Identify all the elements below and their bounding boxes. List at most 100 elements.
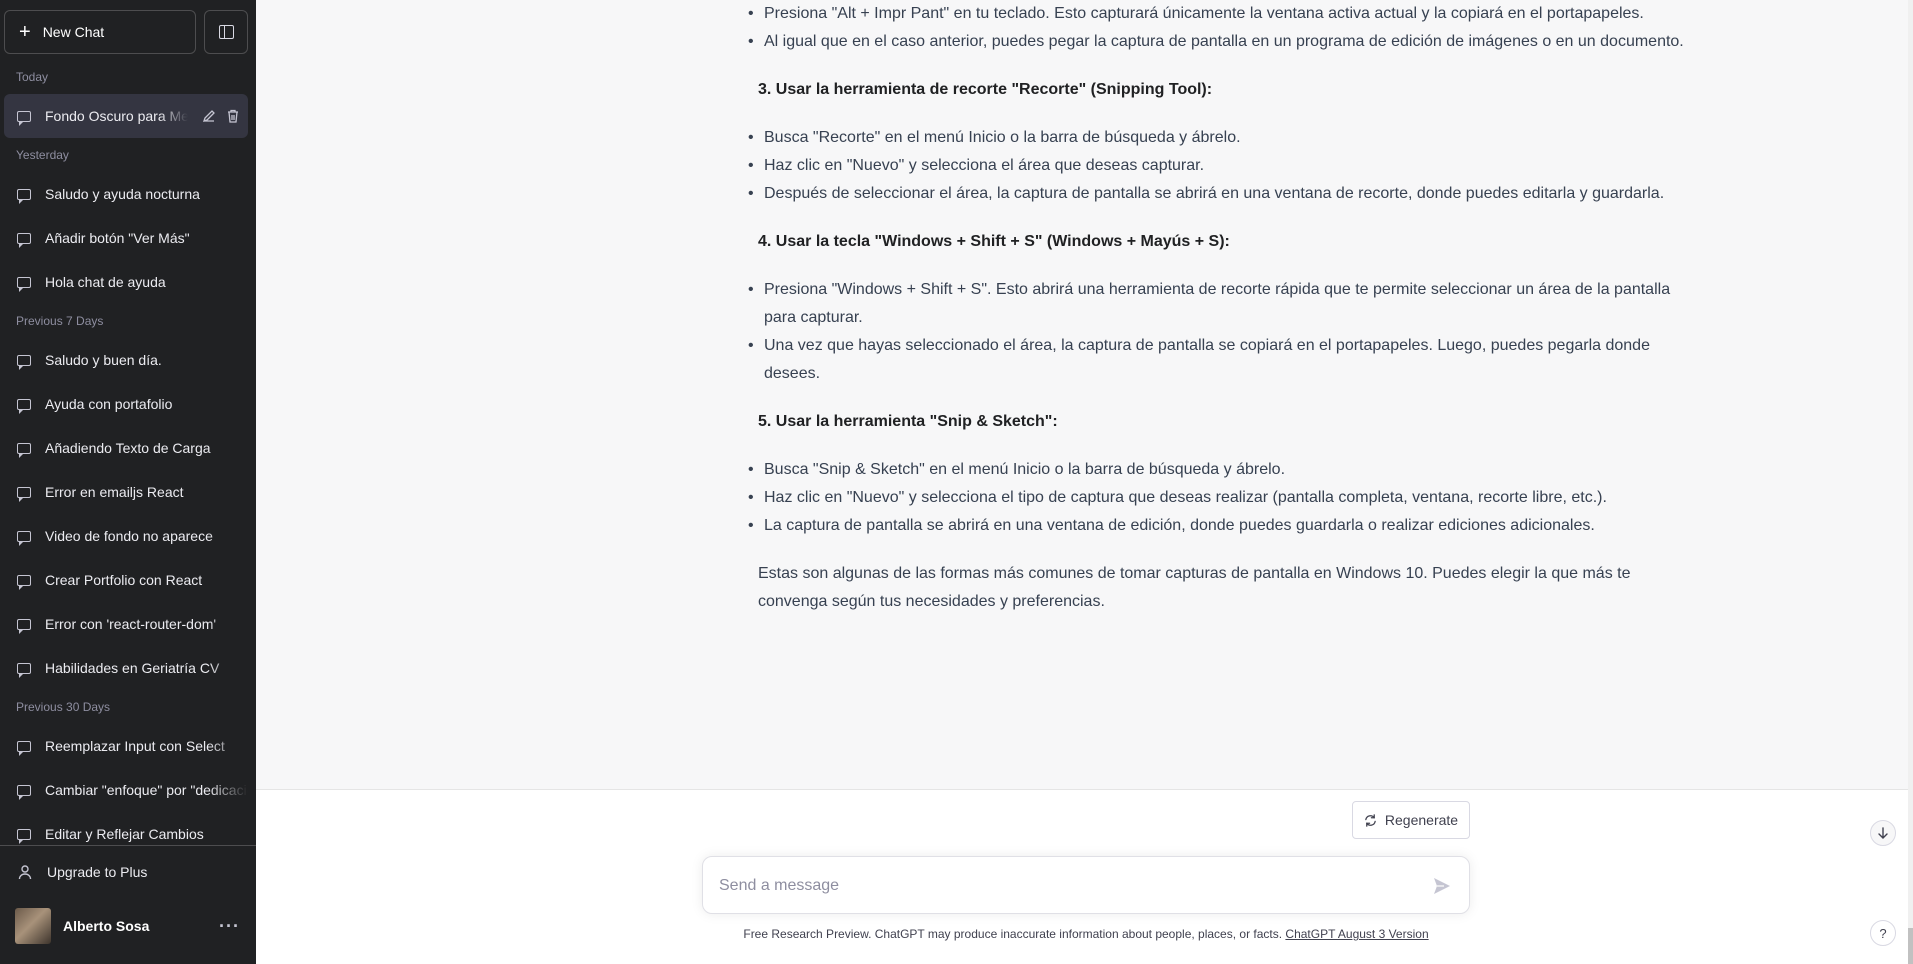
chat-history-item[interactable]: Habilidades en Geriatría CV <box>4 646 248 690</box>
regenerate-button[interactable]: Regenerate <box>1352 801 1470 839</box>
chat-history-item[interactable]: Editar y Reflejar Cambios <box>4 812 248 845</box>
footer-text: Free Research Preview. ChatGPT may produ… <box>743 927 1286 941</box>
bullet-item: Una vez que hayas seleccionado el área, … <box>748 332 1688 388</box>
chat-history-item[interactable]: Saludo y ayuda nocturna <box>4 172 248 216</box>
history-group-label: Previous 7 Days <box>16 314 104 328</box>
bullet-item: Después de seleccionar el área, la captu… <box>748 180 1688 208</box>
section-heading: 3. Usar la herramienta de recorte "Recor… <box>758 81 1213 98</box>
section-heading: 4. Usar la tecla "Windows + Shift + S" (… <box>758 233 1230 250</box>
scrollbar-thumb[interactable] <box>1908 928 1913 964</box>
history-group-label: Yesterday <box>16 148 69 162</box>
bullet-item: Haz clic en "Nuevo" y selecciona el área… <box>748 152 1688 180</box>
sidebar-toggle-icon <box>218 25 234 39</box>
main-area: Presiona "Alt + Impr Pant" en tu teclado… <box>256 0 1913 964</box>
chat-history-item[interactable]: Hola chat de ayuda <box>4 260 248 304</box>
scroll-to-bottom-button[interactable] <box>1870 820 1896 846</box>
chat-bubble-icon <box>17 486 31 502</box>
message-input[interactable] <box>719 871 1399 901</box>
user-icon <box>17 864 33 880</box>
edit-icon[interactable] <box>202 109 216 123</box>
arrow-down-icon <box>1878 827 1888 839</box>
chat-history-item[interactable]: Reemplazar Input con Select <box>4 724 248 768</box>
chat-history-item[interactable]: Añadir botón "Ver Más" <box>4 216 248 260</box>
chat-history-title: Error en emailjs React <box>45 484 184 500</box>
history-group-label: Today <box>16 70 49 84</box>
bullet-list: Presiona "Alt + Impr Pant" en tu teclado… <box>748 0 1688 56</box>
chat-history-item[interactable]: Cambiar "enfoque" por "dedicación" <box>4 768 248 812</box>
chat-bubble-icon <box>17 574 31 590</box>
bullet-item: Busca "Recorte" en el menú Inicio o la b… <box>748 124 1688 152</box>
bullet-item: Presiona "Alt + Impr Pant" en tu teclado… <box>748 0 1688 28</box>
chat-history-item[interactable]: Añadiendo Texto de Carga <box>4 426 248 470</box>
message-composer <box>702 856 1470 914</box>
chat-history-item[interactable]: Fondo Oscuro para Menú <box>4 94 248 138</box>
chat-history-list[interactable]: Today Fondo Oscuro para Menú Yesterday Salu… <box>0 60 256 845</box>
sidebar-bottom: Upgrade to Plus Alberto Sosa ··· <box>0 845 256 964</box>
footer-disclaimer: Free Research Preview. ChatGPT may produ… <box>256 927 1913 941</box>
chat-history-item[interactable]: Error con 'react-router-dom' <box>4 602 248 646</box>
chat-history-item[interactable]: Crear Portfolio con React <box>4 558 248 602</box>
chat-bubble-icon <box>17 828 31 844</box>
chat-bubble-icon <box>17 784 31 800</box>
chat-history-item[interactable]: Saludo y buen día. <box>4 338 248 382</box>
chat-history-title: Ayuda con portafolio <box>45 396 173 412</box>
assistant-message: Presiona "Alt + Impr Pant" en tu teclado… <box>748 0 1688 616</box>
chat-history-title: Reemplazar Input con Select <box>45 738 225 754</box>
history-group-label: Previous 30 Days <box>16 700 111 714</box>
user-menu-button[interactable]: Alberto Sosa ··· <box>4 900 248 952</box>
chat-history-item[interactable]: Ayuda con portafolio <box>4 382 248 426</box>
chat-history-title: Habilidades en Geriatría CV <box>45 660 220 676</box>
plus-icon: + <box>19 21 31 43</box>
chat-bubble-icon <box>17 740 31 756</box>
chat-history-title: Añadiendo Texto de Carga <box>45 440 211 456</box>
chat-history-title: Hola chat de ayuda <box>45 274 166 290</box>
chat-item-actions <box>202 94 240 138</box>
scrollbar[interactable] <box>1908 0 1913 964</box>
chat-bubble-icon <box>17 188 31 204</box>
chat-history-item[interactable]: Video de fondo no aparece <box>4 514 248 558</box>
chat-history-title: Fondo Oscuro para Menú <box>45 108 188 124</box>
chat-bubble-icon <box>17 232 31 248</box>
chat-history-title: Saludo y ayuda nocturna <box>45 186 200 202</box>
chat-history-title: Video de fondo no aparece <box>45 528 213 544</box>
chat-history-title: Cambiar "enfoque" por "dedicación" <box>45 782 248 798</box>
chat-bubble-icon <box>17 276 31 292</box>
chat-history-title: Saludo y buen día. <box>45 352 162 368</box>
send-icon[interactable] <box>1433 877 1451 895</box>
chat-bubble-icon <box>17 354 31 370</box>
chat-bubble-icon <box>17 442 31 458</box>
closing-paragraph: Estas son algunas de las formas más comu… <box>758 565 1631 610</box>
refresh-icon <box>1364 813 1377 827</box>
help-button[interactable]: ? <box>1870 920 1896 946</box>
chat-history-title: Crear Portfolio con React <box>45 572 203 588</box>
chat-history-title: Añadir botón "Ver Más" <box>45 230 190 246</box>
bullet-list: Presiona "Windows + Shift + S". Esto abr… <box>748 276 1688 388</box>
upgrade-to-plus-button[interactable]: Upgrade to Plus <box>4 850 248 894</box>
new-chat-label: New Chat <box>42 24 105 40</box>
sidebar: + New Chat Today Fondo Oscuro para Menú Ye… <box>0 0 256 964</box>
bullet-item: Haz clic en "Nuevo" y selecciona el tipo… <box>748 484 1688 512</box>
user-name: Alberto Sosa <box>63 918 150 934</box>
upgrade-label: Upgrade to Plus <box>47 864 148 880</box>
bullet-item: Busca "Snip & Sketch" en el menú Inicio … <box>748 456 1688 484</box>
bullet-list: Busca "Snip & Sketch" en el menú Inicio … <box>748 456 1688 540</box>
more-options-icon[interactable]: ··· <box>219 916 240 937</box>
chat-bubble-icon <box>17 618 31 634</box>
chat-bubble-icon <box>17 662 31 678</box>
bullet-item: Al igual que en el caso anterior, puedes… <box>748 28 1688 56</box>
chat-history-title: Editar y Reflejar Cambios <box>45 826 204 842</box>
toggle-sidebar-button[interactable] <box>204 10 248 54</box>
section-heading: 5. Usar la herramienta "Snip & Sketch": <box>758 413 1058 430</box>
bullet-item: La captura de pantalla se abrirá en una … <box>748 512 1688 540</box>
version-link[interactable]: ChatGPT August 3 Version <box>1285 927 1428 941</box>
new-chat-button[interactable]: + New Chat <box>4 10 196 54</box>
chat-history-item[interactable]: Error en emailjs React <box>4 470 248 514</box>
bullet-item: Presiona "Windows + Shift + S". Esto abr… <box>748 276 1688 332</box>
regenerate-label: Regenerate <box>1384 812 1459 828</box>
chat-bubble-icon <box>17 398 31 414</box>
conversation-area: Presiona "Alt + Impr Pant" en tu teclado… <box>256 0 1908 790</box>
avatar <box>15 908 51 944</box>
trash-icon[interactable] <box>226 109 240 123</box>
chat-bubble-icon <box>17 110 31 126</box>
bullet-list: Busca "Recorte" en el menú Inicio o la b… <box>748 124 1688 208</box>
